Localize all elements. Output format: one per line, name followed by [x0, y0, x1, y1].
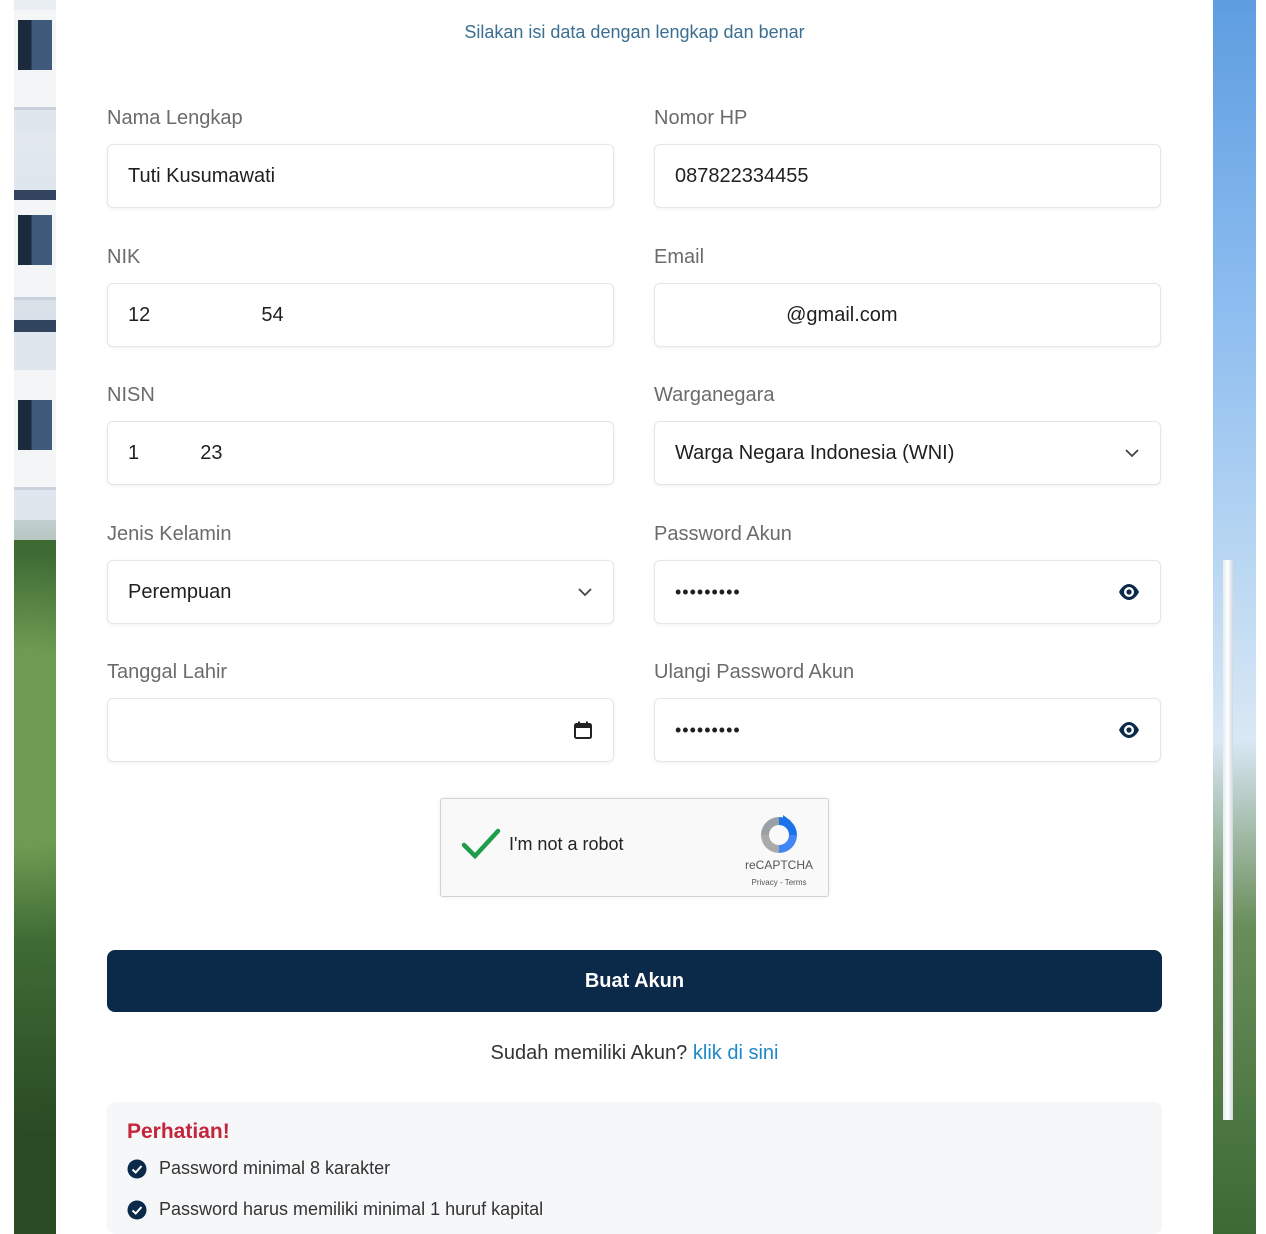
warganegara-select[interactable]: Warga Negara Indonesia (WNI) [654, 421, 1161, 485]
building-window [18, 215, 52, 265]
email-input[interactable]: @gmail.com [654, 283, 1161, 347]
password-input[interactable]: ••••••••• [654, 560, 1161, 624]
field-warganegara: Warganegara Warga Negara Indonesia (WNI) [654, 383, 1161, 485]
form-subtitle: Silakan isi data dengan lengkap dan bena… [464, 22, 805, 42]
password-value: ••••••••• [675, 581, 741, 602]
label-jenis-kelamin: Jenis Kelamin [107, 523, 232, 545]
nisn-input[interactable]: 1 23 [107, 421, 614, 485]
field-email: Email @gmail.com [654, 245, 1161, 347]
ulangi-password-value: ••••••••• [675, 719, 741, 740]
list-item: Password minimal 8 karakter [127, 1158, 1142, 1179]
recaptcha-brand: reCAPTCHA [744, 858, 813, 872]
background-sky-right [1213, 0, 1266, 1234]
label-nik: NIK [107, 246, 141, 268]
buat-akun-button[interactable]: Buat Akun [107, 950, 1162, 1012]
eye-icon[interactable] [1118, 581, 1140, 603]
warganegara-value: Warga Negara Indonesia (WNI) [675, 441, 955, 464]
chevron-down-icon [1125, 449, 1139, 458]
recaptcha-logo-icon [761, 815, 797, 853]
registration-panel: Silakan isi data dengan lengkap dan bena… [56, 0, 1213, 1234]
background-trees [14, 540, 56, 1234]
field-tanggal-lahir: Tanggal Lahir [107, 660, 614, 762]
ulangi-password-input[interactable]: ••••••••• [654, 698, 1161, 762]
recaptcha-label: I'm not a robot [509, 834, 624, 854]
notice-item-text: Password harus memiliki minimal 1 huruf … [159, 1199, 544, 1219]
field-nik: NIK 12 54 [107, 245, 614, 347]
check-circle-icon [127, 1159, 147, 1178]
label-nomor-hp: Nomor HP [654, 107, 748, 129]
calendar-icon[interactable] [573, 720, 593, 740]
recaptcha-links[interactable]: Privacy - Terms [739, 878, 819, 887]
label-password: Password Akun [654, 523, 792, 545]
field-nisn: NISN 1 23 [107, 383, 614, 485]
checkmark-icon[interactable] [461, 827, 501, 861]
nisn-value: 1 23 [128, 441, 223, 464]
nomor-hp-value: 087822334455 [675, 164, 809, 187]
jenis-kelamin-value: Perempuan [128, 580, 232, 603]
jenis-kelamin-select[interactable]: Perempuan [107, 560, 614, 624]
field-password: Password Akun ••••••••• [654, 522, 1161, 624]
email-value: @gmail.com [675, 303, 898, 326]
notice-item-text: Password minimal 8 karakter [159, 1158, 391, 1178]
label-warganegara: Warganegara [654, 384, 775, 406]
login-prompt: Sudah memiliki Akun? klik di sini [56, 1042, 1213, 1065]
label-email: Email [654, 246, 705, 268]
field-nama-lengkap: Nama Lengkap Tuti Kusumawati [107, 106, 614, 208]
label-tanggal-lahir: Tanggal Lahir [107, 661, 228, 683]
building-window [18, 20, 52, 70]
notice-box: Perhatian! Password minimal 8 karakter P… [107, 1102, 1162, 1234]
flag-pole [1223, 560, 1233, 1120]
login-prompt-text: Sudah memiliki Akun? [490, 1042, 688, 1064]
background-building-left [0, 0, 56, 1234]
nik-input[interactable]: 12 54 [107, 283, 614, 347]
nama-lengkap-input[interactable]: Tuti Kusumawati [107, 144, 614, 208]
label-nisn: NISN [107, 384, 155, 406]
tanggal-lahir-input[interactable] [107, 698, 614, 762]
eye-icon[interactable] [1118, 719, 1140, 741]
label-ulangi-password: Ulangi Password Akun [654, 661, 855, 683]
check-circle-icon [127, 1200, 147, 1219]
field-ulangi-password: Ulangi Password Akun ••••••••• [654, 660, 1161, 762]
nama-lengkap-value: Tuti Kusumawati [128, 164, 276, 187]
list-item: Password harus memiliki minimal 1 huruf … [127, 1199, 1142, 1220]
notice-title: Perhatian! [127, 1120, 230, 1143]
field-nomor-hp: Nomor HP 087822334455 [654, 106, 1161, 208]
login-link[interactable]: klik di sini [693, 1042, 779, 1064]
chevron-down-icon [578, 588, 592, 597]
nik-value: 12 54 [128, 303, 284, 326]
label-nama-lengkap: Nama Lengkap [107, 107, 243, 129]
field-jenis-kelamin: Jenis Kelamin Perempuan [107, 522, 614, 624]
building-window [18, 400, 52, 450]
nomor-hp-input[interactable]: 087822334455 [654, 144, 1161, 208]
recaptcha-widget[interactable]: I'm not a robot reCAPTCHA Privacy - Term… [440, 798, 829, 897]
